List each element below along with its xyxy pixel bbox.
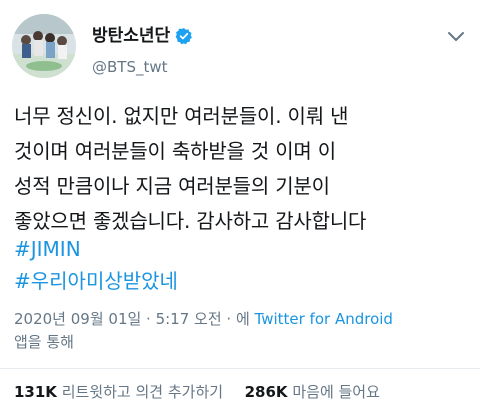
tweet-header: 방탄소년단 @BTS_twt <box>0 0 480 96</box>
profile-photo-icon <box>12 14 76 78</box>
tweet-metadata: 2020년 09월 01일 · 5:17 오전 · 에 Twitter for … <box>14 308 474 354</box>
name-row[interactable]: 방탄소년단 <box>92 24 193 48</box>
like-label[interactable]: 마음에 들어요 <box>292 383 380 400</box>
chevron-down-icon[interactable] <box>446 28 466 42</box>
tweet-timestamp[interactable]: 2020년 09월 01일 · 5:17 오전 · 에 <box>14 310 255 328</box>
tweet-detail-screen: 방탄소년단 @BTS_twt 너무 정신이. 없지만 여러분들이. 이뤄 낸 것… <box>0 0 480 400</box>
display-name[interactable]: 방탄소년단 <box>92 25 170 47</box>
retweet-count[interactable]: 131K <box>14 383 57 400</box>
retweet-label[interactable]: 리트윗하고 의견 추가하기 <box>62 383 223 400</box>
tweet-source-suffix: 앱을 통해 <box>14 333 74 351</box>
user-handle[interactable]: @BTS_twt <box>92 57 168 77</box>
tweet-source-link[interactable]: Twitter for Android <box>255 310 393 328</box>
divider <box>0 368 480 369</box>
like-count[interactable]: 286K <box>245 383 288 400</box>
hashtag-link[interactable]: #우리아미상받았네 <box>14 266 178 296</box>
tweet-text: 너무 정신이. 없지만 여러분들이. 이뤄 낸 것이며 여러분들이 축하받을 것… <box>14 104 367 233</box>
avatar[interactable] <box>12 14 76 78</box>
verified-badge-icon <box>175 27 193 45</box>
hashtag-link[interactable]: #JIMIN <box>14 234 81 264</box>
tweet-stats: 131K 리트윗하고 의견 추가하기 286K 마음에 들어요 <box>14 382 380 400</box>
